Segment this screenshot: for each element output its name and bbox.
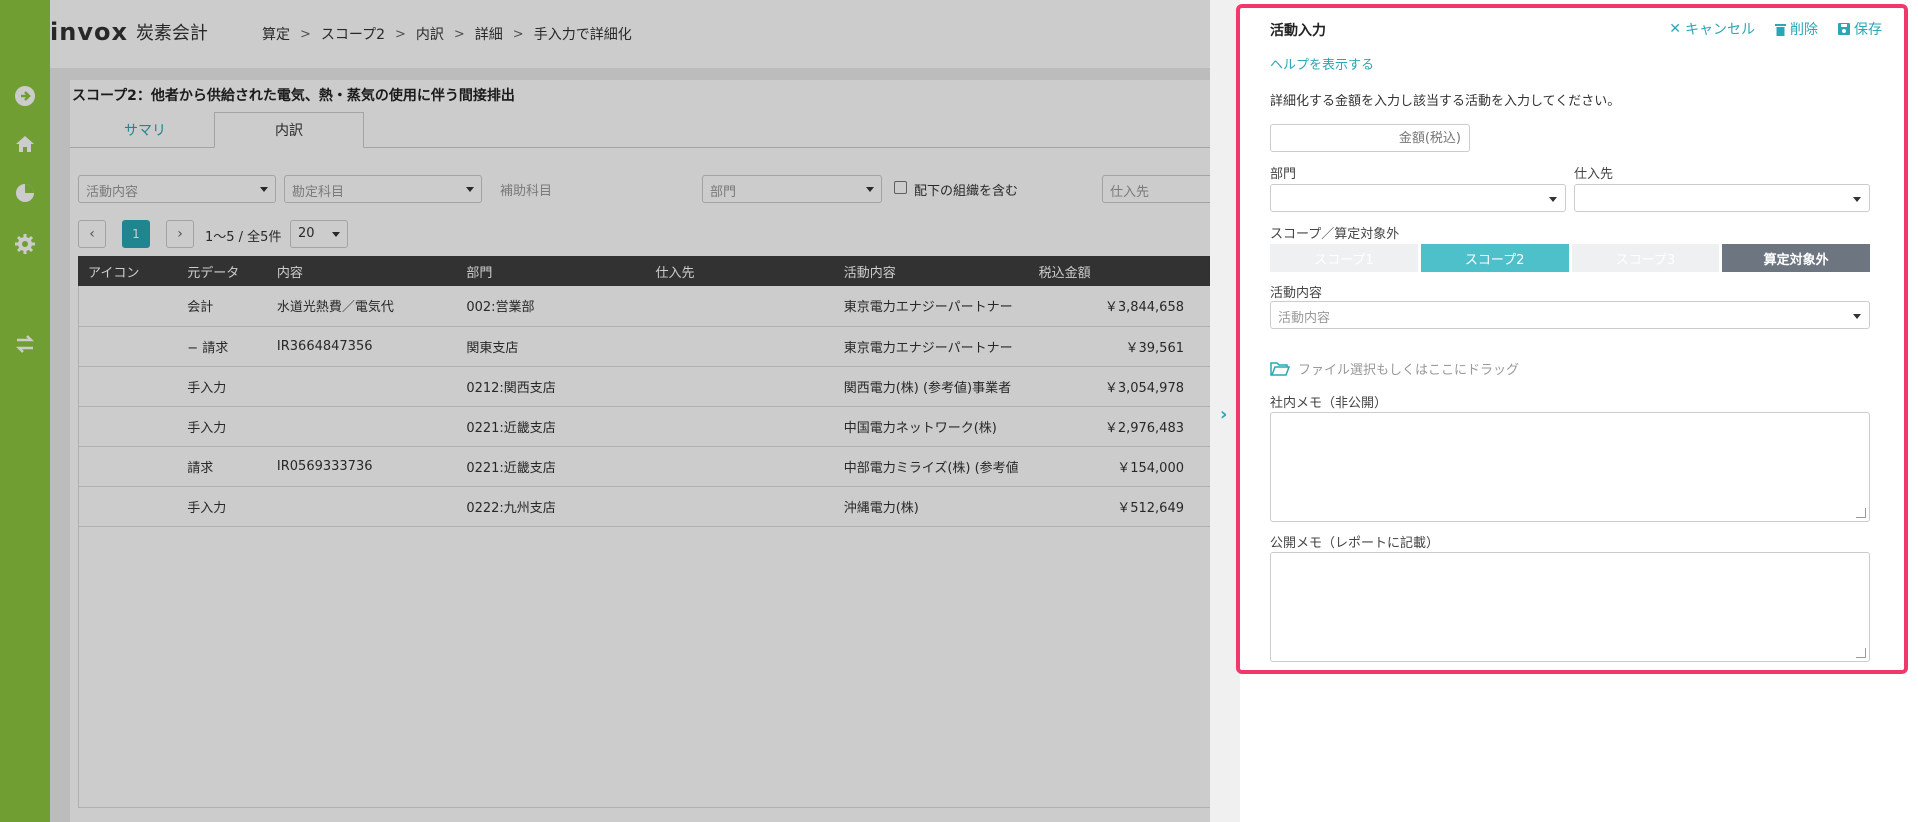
panel-title: 活動入力 — [1270, 23, 1326, 39]
out-of-scope-option[interactable]: 算定対象外 — [1722, 244, 1870, 272]
file-dropzone-text: ファイル選択もしくはここにドラッグ — [1298, 363, 1520, 378]
panel-description: 詳細化する金額を入力し該当する活動を入力してください。 — [1270, 94, 1621, 109]
scope-segmented-control: スコープ1 スコープ2 スコープ3 算定対象外 — [1270, 244, 1870, 272]
resize-handle-icon[interactable] — [1856, 648, 1866, 658]
public-memo-label: 公開メモ（レポートに記載） — [1270, 536, 1440, 551]
activity-label: 活動内容 — [1270, 286, 1323, 301]
department-select[interactable] — [1270, 184, 1566, 212]
caret-down-icon — [1853, 197, 1861, 202]
internal-memo-label: 社内メモ（非公開） — [1270, 396, 1388, 411]
close-icon: ✕ — [1669, 21, 1681, 37]
file-dropzone[interactable]: ファイル選択もしくはここにドラッグ — [1270, 359, 1519, 378]
supplier-select[interactable] — [1574, 184, 1870, 212]
modal-backdrop[interactable] — [0, 0, 1210, 822]
activity-input-panel: 活動入力 ✕ キャンセル 削除 保存 ヘルプを表示する 詳細化する金額を入力し該… — [1236, 4, 1908, 674]
resize-handle-icon[interactable] — [1856, 508, 1866, 518]
scope-label: スコープ／算定対象外 — [1270, 227, 1400, 242]
activity-select[interactable]: 活動内容 — [1270, 301, 1870, 329]
cancel-button[interactable]: ✕ キャンセル — [1669, 19, 1755, 39]
scope1-option[interactable]: スコープ1 — [1270, 244, 1418, 272]
delete-label: 削除 — [1790, 22, 1818, 38]
save-label: 保存 — [1854, 22, 1882, 38]
caret-down-icon — [1549, 197, 1557, 202]
save-button[interactable]: 保存 — [1838, 19, 1882, 39]
chevron-right-icon: › — [1220, 404, 1228, 425]
scope2-option[interactable]: スコープ2 — [1420, 244, 1569, 272]
caret-down-icon — [1853, 314, 1861, 319]
supplier-label: 仕入先 — [1574, 167, 1614, 182]
public-memo-textarea[interactable] — [1270, 552, 1870, 662]
scope3-option[interactable]: スコープ3 — [1571, 244, 1720, 272]
panel-actions: ✕ キャンセル 削除 保存 — [1669, 19, 1882, 39]
cancel-label: キャンセル — [1685, 22, 1755, 38]
folder-open-icon — [1270, 362, 1290, 376]
delete-button[interactable]: 削除 — [1775, 19, 1818, 39]
activity-placeholder: 活動内容 — [1278, 311, 1331, 326]
amount-input[interactable] — [1270, 124, 1470, 152]
department-label: 部門 — [1270, 167, 1297, 182]
floppy-disk-icon — [1838, 23, 1850, 35]
trash-icon — [1775, 23, 1786, 36]
show-help-link[interactable]: ヘルプを表示する — [1270, 54, 1374, 73]
internal-memo-textarea[interactable] — [1270, 412, 1870, 522]
